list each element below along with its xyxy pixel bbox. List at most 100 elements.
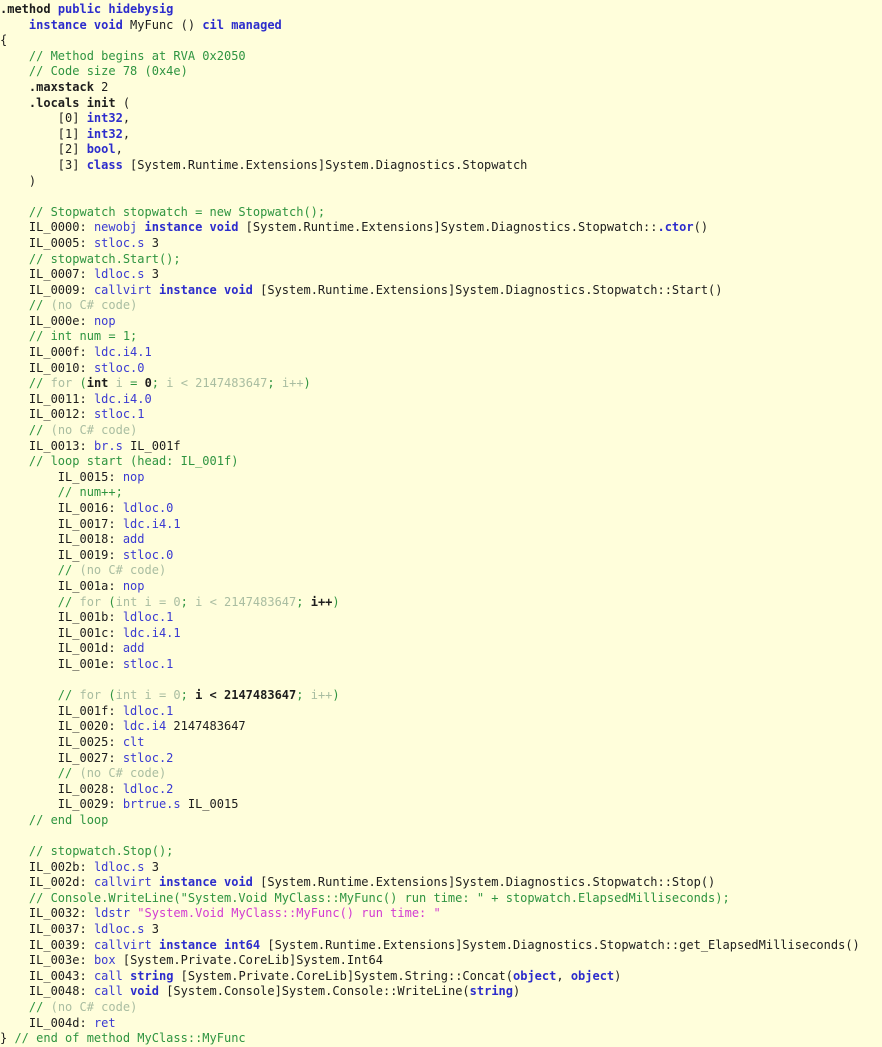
code-token-lbl: IL_0029: bbox=[57, 797, 123, 812]
code-line[interactable]: IL_0011: ldc.i4.0 bbox=[0, 392, 882, 408]
code-line[interactable]: IL_001c: ldc.i4.1 bbox=[0, 626, 882, 642]
code-line[interactable]: { bbox=[0, 33, 882, 49]
code-token-kw: object bbox=[513, 968, 557, 983]
code-line[interactable]: IL_0012: stloc.1 bbox=[0, 407, 882, 423]
code-line[interactable]: // loop start (head: IL_001f) bbox=[0, 454, 882, 470]
code-line[interactable]: ) bbox=[0, 174, 882, 190]
code-line[interactable]: // Method begins at RVA 0x2050 bbox=[0, 49, 882, 65]
code-token-plain: [System.Runtime.Extensions]System.Diagno… bbox=[260, 937, 860, 952]
code-line[interactable]: IL_0048: call void [System.Console]Syste… bbox=[0, 984, 882, 1000]
code-line[interactable]: IL_002b: ldloc.s 3 bbox=[0, 860, 882, 876]
code-line[interactable]: .method public hidebysig bbox=[0, 2, 882, 18]
code-line[interactable]: // stopwatch.Stop(); bbox=[0, 844, 882, 860]
code-line[interactable]: IL_0027: stloc.2 bbox=[0, 751, 882, 767]
code-line[interactable] bbox=[0, 673, 882, 689]
code-token-plain: [System.Private.CoreLib]System.Int64 bbox=[115, 953, 383, 968]
code-line[interactable]: instance void MyFunc () cil managed bbox=[0, 18, 882, 34]
code-line[interactable]: [1] int32, bbox=[0, 127, 882, 143]
code-line[interactable]: // (no C# code) bbox=[0, 563, 882, 579]
code-line[interactable]: IL_0000: newobj instance void [System.Ru… bbox=[0, 220, 882, 236]
code-line[interactable]: IL_0009: callvirt instance void [System.… bbox=[0, 283, 882, 299]
code-line[interactable]: IL_0016: ldloc.0 bbox=[0, 501, 882, 517]
code-token-plain: [0] bbox=[57, 111, 87, 126]
code-line[interactable]: // stopwatch.Start(); bbox=[0, 252, 882, 268]
code-line[interactable]: IL_0029: brtrue.s IL_0015 bbox=[0, 797, 882, 813]
code-line[interactable]: IL_001b: ldloc.1 bbox=[0, 610, 882, 626]
code-line[interactable]: IL_000f: ldc.i4.1 bbox=[0, 345, 882, 361]
code-line[interactable]: IL_0020: ldc.i4 2147483647 bbox=[0, 719, 882, 735]
code-token-cmthot: i < 2147483647 bbox=[195, 688, 297, 703]
code-line[interactable]: IL_0018: add bbox=[0, 532, 882, 548]
code-token-cmtdim: i < 2147483647 bbox=[159, 376, 268, 391]
code-line[interactable]: IL_0039: callvirt instance int64 [System… bbox=[0, 938, 882, 954]
code-line[interactable]: IL_001e: stloc.1 bbox=[0, 657, 882, 673]
code-line[interactable]: // for (int i = 0; i < 2147483647; i++) bbox=[0, 688, 882, 704]
code-line[interactable]: // (no C# code) bbox=[0, 766, 882, 782]
code-line[interactable]: IL_0015: nop bbox=[0, 470, 882, 486]
code-token-plain: [System.Console]System.Console::WriteLin… bbox=[158, 984, 470, 999]
code-line[interactable]: IL_004d: ret bbox=[0, 1016, 882, 1032]
code-token-cmt: // bbox=[57, 766, 80, 781]
code-line[interactable]: // for (int i = 0; i < 2147483647; i++) bbox=[0, 376, 882, 392]
code-line[interactable]: IL_001a: nop bbox=[0, 579, 882, 595]
code-line[interactable]: IL_0017: ldc.i4.1 bbox=[0, 517, 882, 533]
code-token-plain: [System.Private.CoreLib]System.String::C… bbox=[173, 968, 513, 983]
code-line[interactable]: // Code size 78 (0x4e) bbox=[0, 64, 882, 80]
code-line[interactable]: IL_003e: box [System.Private.CoreLib]Sys… bbox=[0, 953, 882, 969]
code-line[interactable]: // int num = 1; bbox=[0, 329, 882, 345]
code-line[interactable]: IL_0032: ldstr "System.Void MyClass::MyF… bbox=[0, 906, 882, 922]
il-disassembly-listing[interactable]: .method public hidebysig instance void M… bbox=[0, 0, 882, 1047]
code-token-kw: string bbox=[130, 968, 174, 983]
code-line[interactable]: IL_0025: clt bbox=[0, 735, 882, 751]
code-line[interactable]: IL_0037: ldloc.s 3 bbox=[0, 922, 882, 938]
code-line[interactable]: // Console.WriteLine("System.Void MyClas… bbox=[0, 891, 882, 907]
code-token-kw: string bbox=[469, 984, 514, 999]
code-line[interactable]: // Stopwatch stopwatch = new Stopwatch()… bbox=[0, 205, 882, 221]
code-line[interactable]: IL_001f: ldloc.1 bbox=[0, 704, 882, 720]
code-line[interactable]: [0] int32, bbox=[0, 111, 882, 127]
code-line[interactable]: // end loop bbox=[0, 813, 882, 829]
code-line[interactable] bbox=[0, 189, 882, 205]
code-line[interactable]: IL_0005: stloc.s 3 bbox=[0, 236, 882, 252]
code-line[interactable]: IL_0013: br.s IL_001f bbox=[0, 439, 882, 455]
code-token-op: ldloc.2 bbox=[122, 781, 174, 796]
code-line[interactable]: IL_000e: nop bbox=[0, 314, 882, 330]
code-line[interactable]: // for (int i = 0; i < 2147483647; i++) bbox=[0, 595, 882, 611]
code-line[interactable]: IL_0010: stloc.0 bbox=[0, 361, 882, 377]
code-line[interactable]: // (no C# code) bbox=[0, 423, 882, 439]
code-token-op: clt bbox=[122, 734, 145, 749]
code-line[interactable]: IL_001d: add bbox=[0, 641, 882, 657]
code-token-op: add bbox=[122, 532, 145, 547]
code-token-lbl: IL_0007: bbox=[28, 267, 94, 282]
code-token-lbl: IL_0016: bbox=[57, 501, 123, 515]
code-token-cmt: // stopwatch.Start(); bbox=[28, 251, 181, 266]
code-token-op: ldloc.0 bbox=[122, 501, 174, 515]
code-line[interactable]: IL_0028: ldloc.2 bbox=[0, 782, 882, 798]
code-token-cmtdim: (no C# code) bbox=[50, 423, 138, 438]
code-line[interactable] bbox=[0, 828, 882, 844]
code-line[interactable]: IL_0019: stloc.0 bbox=[0, 548, 882, 564]
code-line[interactable]: IL_0043: call string [System.Private.Cor… bbox=[0, 969, 882, 985]
code-line[interactable]: // (no C# code) bbox=[0, 298, 882, 314]
code-line[interactable]: // (no C# code) bbox=[0, 1000, 882, 1016]
code-line[interactable]: .maxstack 2 bbox=[0, 80, 882, 96]
code-line[interactable]: // num++; bbox=[0, 485, 882, 501]
code-line[interactable]: [3] class [System.Runtime.Extensions]Sys… bbox=[0, 158, 882, 174]
code-line[interactable]: .locals init ( bbox=[0, 96, 882, 112]
code-line[interactable]: IL_002d: callvirt instance void [System.… bbox=[0, 875, 882, 891]
code-line[interactable]: IL_0007: ldloc.s 3 bbox=[0, 267, 882, 283]
code-line[interactable]: [2] bool, bbox=[0, 142, 882, 158]
